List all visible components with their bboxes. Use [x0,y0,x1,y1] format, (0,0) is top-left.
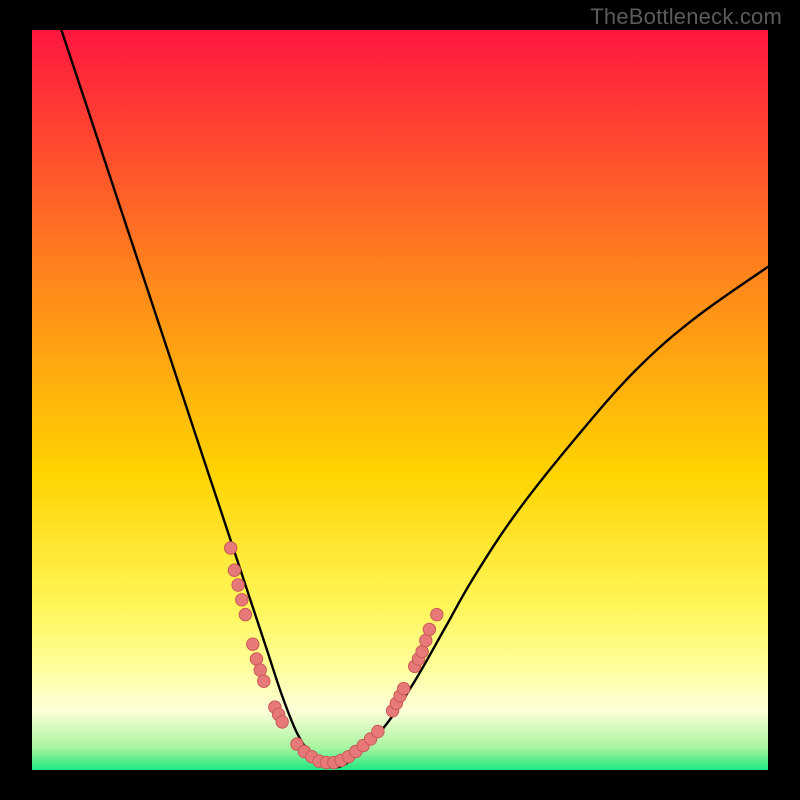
data-dot [398,682,410,694]
chart-frame [32,30,768,770]
gradient-backdrop [32,30,768,770]
data-dot [228,564,240,576]
watermark-text: TheBottleneck.com [590,4,782,30]
data-dot [232,579,244,591]
data-dot [258,675,270,687]
data-dot [247,638,259,650]
data-dot [420,634,432,646]
bottleneck-chart [32,30,768,770]
data-dot [254,664,266,676]
data-dot [250,653,262,665]
data-dot [431,608,443,620]
data-dot [372,725,384,737]
data-dot [276,716,288,728]
data-dot [423,623,435,635]
data-dot [225,542,237,554]
data-dot [239,608,251,620]
data-dot [416,645,428,657]
data-dot [236,594,248,606]
